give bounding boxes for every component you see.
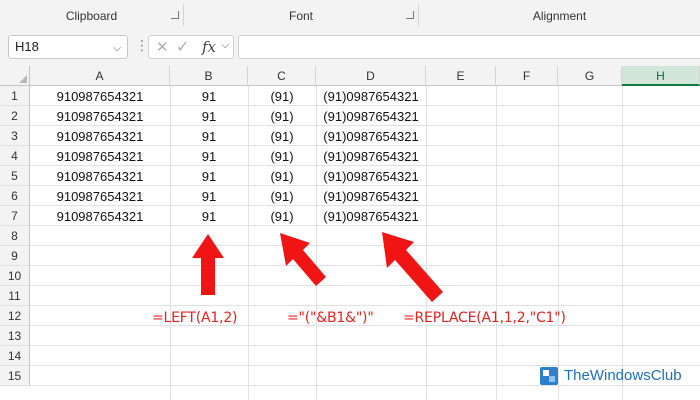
- annotation-left-formula: =LEFT(A1,2): [152, 310, 238, 326]
- thewindowsclub-logo-icon: [540, 367, 558, 385]
- arrow-concat-formula: [280, 233, 326, 286]
- watermark-text: TheWindowsClub: [564, 367, 682, 384]
- annotation-replace-formula: =REPLACE(A1,1,2,"C1"): [403, 310, 566, 326]
- arrow-left-formula: [192, 234, 224, 295]
- annotation-arrows: [192, 232, 443, 302]
- arrow-replace-formula: [382, 232, 443, 302]
- annotation-concat-formula: ="("&B1&")": [287, 310, 374, 326]
